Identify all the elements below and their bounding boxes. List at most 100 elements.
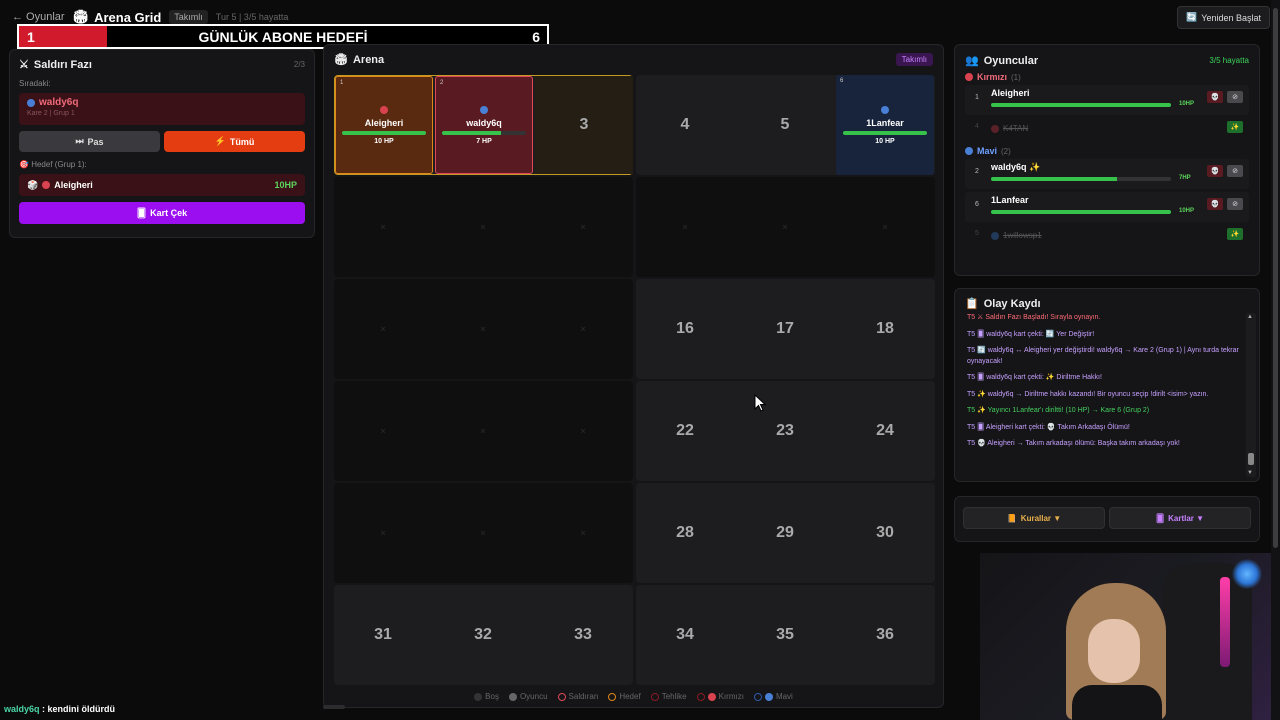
player-dot-icon <box>508 692 517 701</box>
grid-cell-1[interactable]: 1 Aleigheri 10 HP <box>335 76 433 174</box>
grid-group-2: 4 5 6 1Lanfear 10 HP <box>636 75 935 175</box>
grid-cell-24[interactable]: 24 <box>836 381 934 481</box>
team-blue-header: Mavi (2) <box>965 146 1249 156</box>
grid-cell-34[interactable]: 34 <box>636 585 734 685</box>
rules-button[interactable]: 📙 Kurallar ▼ <box>963 507 1105 529</box>
scroll-up-icon[interactable]: ▲ <box>1247 314 1253 320</box>
skull-icon[interactable]: 💀 <box>1207 198 1223 210</box>
grid-cell-31[interactable]: 31 <box>334 585 432 685</box>
draw-card-button[interactable]: 🂠 Kart Çek <box>19 202 305 224</box>
grid-group-1: 1 Aleigheri 10 HP 2 waldy6q 7 HP 3 <box>334 75 633 175</box>
player-row[interactable]: 1 Aleigheri 10HP 💀 ⊘ <box>965 85 1249 115</box>
log-scrollbar[interactable]: ▲ ▼ <box>1246 313 1256 477</box>
all-button[interactable]: ⚡ Tümü <box>164 131 305 152</box>
skull-icon[interactable]: 💀 <box>1207 165 1223 177</box>
cell-hp-bar <box>442 130 526 135</box>
blocked-cell: × <box>480 222 486 232</box>
legend-blue: Mavi <box>753 692 793 701</box>
player-number: 6 <box>975 201 979 208</box>
cell-hp-fill <box>442 130 501 135</box>
arena-title: Arena <box>352 53 385 66</box>
grid-cell-36[interactable]: 36 <box>836 585 934 685</box>
remove-icon[interactable]: ⊘ <box>1227 198 1243 210</box>
pass-button[interactable]: ⏭ Pas <box>19 131 160 152</box>
player-row-dead[interactable]: 5 1willowsp1 ✨ <box>965 225 1249 245</box>
cell-hp: 7 HP <box>476 137 492 145</box>
grid-cell-3[interactable]: 3 <box>535 76 633 174</box>
grid-group-11: 31 32 33 <box>334 585 633 685</box>
attacker-ring-icon <box>557 692 566 701</box>
event-log-title: Olay Kaydı <box>983 297 1041 310</box>
target-label-text: Hedef (Grup 1): <box>31 160 87 169</box>
legend-danger-label: Tehlike <box>661 692 687 701</box>
empty-dot-icon <box>474 692 483 701</box>
grid-cell-5[interactable]: 5 <box>736 75 834 175</box>
card-icon: 🂠 <box>136 207 147 218</box>
grid-cell-4[interactable]: 4 <box>636 75 734 175</box>
blocked-cell: × <box>682 222 688 232</box>
page-scroll-thumb[interactable] <box>1273 8 1278 548</box>
grid-cell-32[interactable]: 32 <box>434 585 532 685</box>
current-player-card: waldy6q Kare 2 | Grup 1 <box>19 93 305 125</box>
target-hp: 10HP <box>274 180 297 190</box>
attack-phase-panel: ⚔ Saldırı Fazı 2/3 Sıradaki: waldy6q Kar… <box>9 49 315 238</box>
webcam-light-strip <box>1220 577 1230 667</box>
grid-cell-6[interactable]: 6 1Lanfear 10 HP <box>836 75 934 175</box>
cell-hp-bar <box>342 130 426 135</box>
grid-cell-35[interactable]: 35 <box>736 585 834 685</box>
arena-icon: 🏟 <box>334 54 348 66</box>
back-link[interactable]: ← Oyunlar <box>12 11 65 23</box>
player-row[interactable]: 6 1Lanfear 10HP 💀 ⊘ <box>965 192 1249 222</box>
player-row[interactable]: 2 waldy6q ✨ 7HP 💀 ⊘ <box>965 159 1249 189</box>
page-scrollbar[interactable] <box>1271 0 1280 720</box>
player-name: Aleigheri <box>991 88 1030 98</box>
player-name: K4TAN <box>1003 124 1029 133</box>
scroll-thumb[interactable] <box>1248 453 1254 465</box>
blocked-cell: × <box>380 426 386 436</box>
legend-red-label: Kırmızı <box>718 692 744 701</box>
target-option[interactable]: 🎲 Aleigheri 10HP <box>19 174 305 196</box>
grid-cell-2[interactable]: 2 waldy6q 7 HP <box>435 76 533 174</box>
restart-button[interactable]: 🔄 Yeniden Başlat <box>1177 6 1270 29</box>
blue-ring-icon <box>753 692 762 701</box>
grid-cell-18[interactable]: 18 <box>836 279 934 379</box>
grid-cell-16[interactable]: 16 <box>636 279 734 379</box>
players-alive: 3/5 hayatta <box>1209 56 1249 65</box>
scroll-down-icon[interactable]: ▼ <box>1247 470 1253 476</box>
revive-icon[interactable]: ✨ <box>1227 228 1243 240</box>
legend-attacker-label: Saldıran <box>568 692 599 701</box>
player-row-dead[interactable]: 4 K4TAN ✨ <box>965 118 1249 138</box>
lightning-icon: ⚡ <box>214 136 226 146</box>
grid-cell-17[interactable]: 17 <box>736 279 834 379</box>
remove-icon[interactable]: ⊘ <box>1227 165 1243 177</box>
skull-icon[interactable]: 💀 <box>1207 91 1223 103</box>
webcam-face <box>1088 619 1140 683</box>
cell-hp: 10 HP <box>374 137 394 145</box>
log-entry: T5 🂠 Aleigheri kart çekti: 💀 Takım Arkad… <box>967 423 1130 431</box>
player-hp-fill <box>991 103 1171 107</box>
grid-cell-29[interactable]: 29 <box>736 483 834 583</box>
target-icon: 🎯 <box>19 160 29 169</box>
players-icon: 👥 <box>965 55 979 67</box>
arena-horizontal-scrollbar[interactable] <box>323 705 345 709</box>
player-hp-bar <box>991 177 1171 181</box>
log-entry: T5 🂠 waldy6q kart çekti: ✨ Diriltme Hakk… <box>967 374 1102 381</box>
grid-cell-33[interactable]: 33 <box>534 585 632 685</box>
remove-icon[interactable]: ⊘ <box>1227 91 1243 103</box>
grid-cell-23[interactable]: 23 <box>736 381 834 481</box>
cards-button[interactable]: 🂠 Kartlar ▼ <box>1109 507 1251 529</box>
webcam-body <box>1072 685 1162 720</box>
blocked-cell: × <box>480 324 486 334</box>
grid-cell-28[interactable]: 28 <box>636 483 734 583</box>
grid-cell-22[interactable]: 22 <box>636 381 734 481</box>
legend-blue-label: Mavi <box>775 692 793 701</box>
blue-token-icon <box>480 105 488 114</box>
log-entry: T5 🔄 waldy6q ↔ Aleigheri yer değiştirdi!… <box>967 347 1239 365</box>
blocked-cell: × <box>580 222 586 232</box>
sparkle-icon: ✨ <box>1029 162 1041 172</box>
blocked-cell: × <box>580 426 586 436</box>
grid-group-4: × × × <box>636 177 935 277</box>
grid-cell-30[interactable]: 30 <box>836 483 934 583</box>
revive-icon[interactable]: ✨ <box>1227 121 1243 133</box>
event-log-list[interactable]: T5 ⚔ Saldırı Fazı Başladı! Sırayla oynay… <box>967 313 1243 479</box>
